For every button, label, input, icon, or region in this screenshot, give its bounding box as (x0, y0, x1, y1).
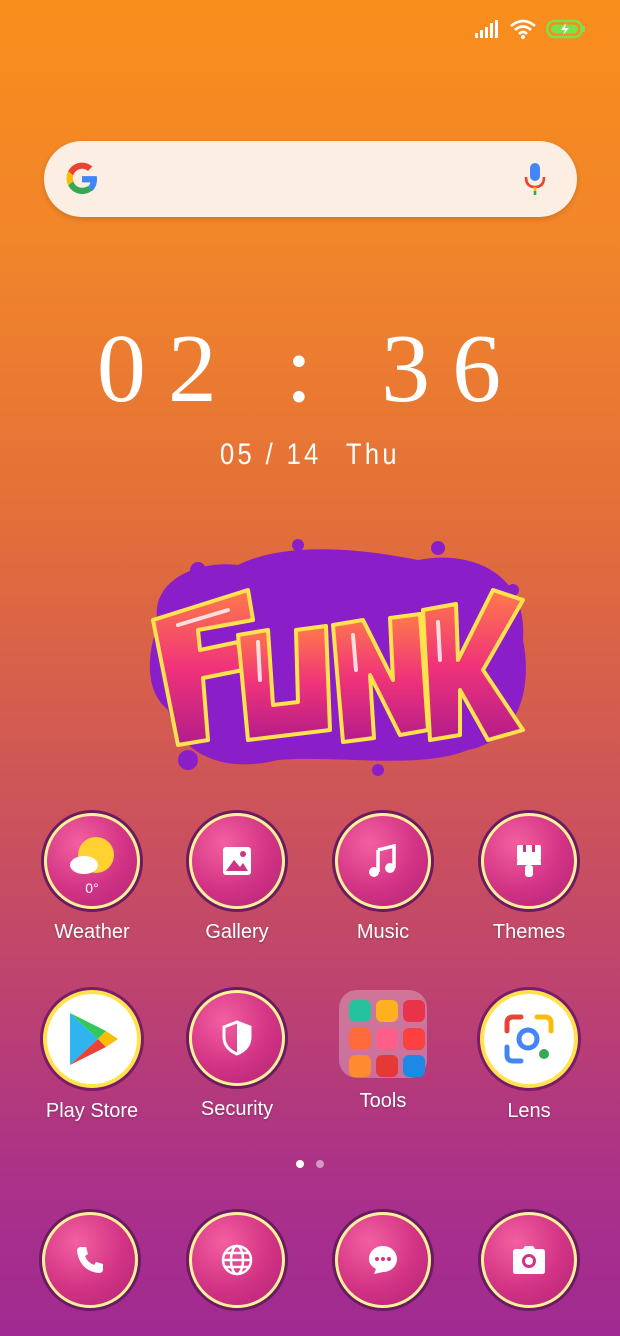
mic-icon[interactable] (523, 161, 547, 197)
app-themes[interactable]: Themes (464, 813, 594, 944)
app-mini-icon (403, 1000, 425, 1022)
dock-messages[interactable] (318, 1212, 448, 1308)
app-label: Music (356, 921, 410, 943)
status-bar (474, 14, 586, 44)
app-mini-icon (403, 1027, 425, 1050)
app-gallery[interactable]: Gallery (172, 813, 302, 944)
battery-charging-icon (546, 19, 585, 39)
app-music[interactable]: Music (318, 813, 448, 944)
paintbrush-icon (481, 813, 577, 909)
phone-icon (42, 1212, 138, 1308)
wifi-icon (510, 19, 536, 39)
scanner-icon (349, 1000, 371, 1022)
app-weather[interactable]: 0° Weather (27, 813, 157, 944)
app-label: Gallery (205, 921, 269, 943)
play-store-icon (43, 990, 141, 1088)
app-play-store[interactable]: Play Store (27, 990, 157, 1123)
page-dot-active[interactable] (296, 1160, 304, 1168)
page-indicator (0, 1160, 620, 1168)
app-lens[interactable]: Lens (464, 990, 594, 1123)
weekday-text: Thu (345, 438, 401, 471)
signal-icon (475, 20, 498, 38)
app-mini-icon (376, 1055, 398, 1078)
app-security[interactable]: Security (172, 990, 302, 1121)
folder-icon (339, 990, 427, 1078)
app-mini-icon (349, 1027, 371, 1050)
clock-time[interactable]: 02 : 36 (0, 320, 620, 418)
app-label: Play Store (45, 1100, 139, 1122)
folder-tools[interactable]: Tools (318, 990, 448, 1113)
google-icon (66, 162, 97, 194)
lens-icon (480, 990, 578, 1088)
app-label: Tools (359, 1090, 407, 1112)
weather-temp: 0° (85, 880, 99, 896)
dock-browser[interactable] (172, 1212, 302, 1308)
app-label: Weather (54, 921, 130, 943)
dock-phone[interactable] (25, 1212, 155, 1308)
app-mini-icon (376, 1000, 398, 1022)
browser-icon (189, 1212, 285, 1308)
dock-camera[interactable] (464, 1212, 594, 1308)
funk-graffiti-wallpaper-art (149, 539, 526, 776)
app-label: Security (200, 1098, 274, 1120)
clock-date[interactable]: 05 / 14 Thu (47, 438, 574, 472)
music-icon (335, 813, 431, 909)
page-dot[interactable] (316, 1160, 324, 1168)
app-mini-icon (349, 1055, 371, 1078)
date-text: 05 / 14 (219, 438, 322, 471)
app-mini-icon (376, 1027, 398, 1050)
app-label: Lens (507, 1100, 551, 1122)
app-mini-icon (403, 1055, 425, 1078)
weather-icon: 0° (44, 813, 140, 909)
messages-icon (335, 1212, 431, 1308)
shield-icon (189, 990, 285, 1086)
app-label: Themes (492, 921, 566, 943)
google-search-bar[interactable] (44, 141, 577, 217)
gallery-icon (189, 813, 285, 909)
camera-icon (481, 1212, 577, 1308)
